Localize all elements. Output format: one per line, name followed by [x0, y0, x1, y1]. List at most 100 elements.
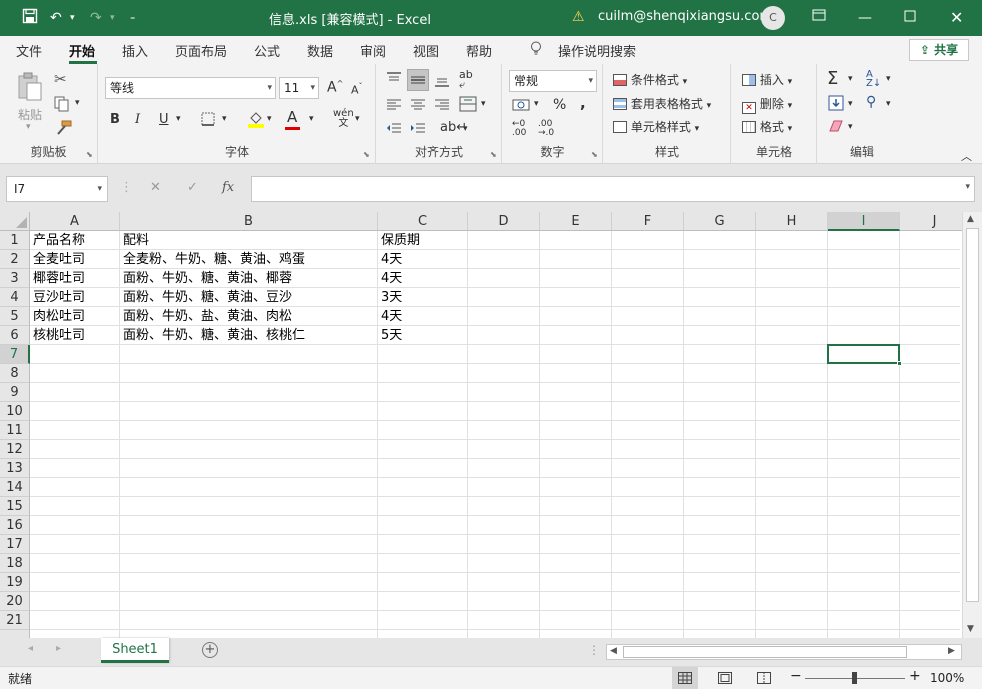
- ribbon-display-icon[interactable]: [812, 8, 826, 28]
- font-color-icon[interactable]: A: [285, 108, 300, 130]
- row-header[interactable]: 20: [0, 592, 30, 611]
- paste-button[interactable]: 粘贴: [18, 106, 42, 123]
- format-as-table-button[interactable]: 套用表格格式 ▾: [613, 95, 711, 112]
- increase-decimal-icon[interactable]: ←0.00: [512, 120, 526, 138]
- underline-button[interactable]: U: [159, 112, 169, 127]
- row-header[interactable]: 6: [0, 326, 30, 345]
- cell-styles-button[interactable]: 单元格样式 ▾: [613, 118, 699, 135]
- fill-color-dropdown-icon[interactable]: ▾: [267, 114, 272, 124]
- share-button[interactable]: ⇪ 共享: [909, 39, 969, 61]
- top-align-icon[interactable]: [386, 72, 402, 89]
- sheet-tab-sheet1[interactable]: Sheet1: [101, 638, 169, 663]
- percent-button[interactable]: %: [553, 97, 566, 113]
- fill-icon[interactable]: [828, 95, 844, 114]
- save-icon[interactable]: [22, 8, 38, 30]
- zoom-in-icon[interactable]: +: [909, 668, 921, 684]
- splitter-icon[interactable]: ⋮: [588, 643, 600, 657]
- orientation-icon[interactable]: ab ⤶: [459, 69, 473, 90]
- row-header[interactable]: [0, 630, 30, 638]
- customize-toolbar-icon[interactable]: ₌: [130, 8, 135, 28]
- cell-b6[interactable]: 面粉、牛奶、糖、黄油、核桃仁: [120, 326, 378, 345]
- cell-a1[interactable]: 产品名称: [30, 231, 120, 250]
- avatar[interactable]: C: [761, 6, 785, 30]
- alignment-launcher-icon[interactable]: ⬊: [490, 150, 497, 159]
- cell-b4[interactable]: 面粉、牛奶、糖、黄油、豆沙: [120, 288, 378, 307]
- column-header-i[interactable]: I: [828, 212, 900, 231]
- enter-icon[interactable]: ✓: [187, 180, 198, 195]
- row-header[interactable]: 5: [0, 307, 30, 326]
- scroll-down-icon[interactable]: ▼: [967, 624, 974, 634]
- tab-insert[interactable]: 插入: [122, 41, 148, 60]
- redo-icon[interactable]: ↷: [90, 8, 102, 28]
- tab-file[interactable]: 文件: [16, 41, 42, 60]
- tab-data[interactable]: 数据: [307, 41, 333, 60]
- row-header[interactable]: 16: [0, 516, 30, 535]
- conditional-format-button[interactable]: 条件格式 ▾: [613, 71, 687, 88]
- sort-filter-icon[interactable]: A Z↓: [866, 70, 881, 89]
- tab-formulas[interactable]: 公式: [254, 41, 280, 60]
- cell-b3[interactable]: 面粉、牛奶、糖、黄油、椰蓉: [120, 269, 378, 288]
- cell-a5[interactable]: 肉松吐司: [30, 307, 120, 326]
- comma-button[interactable]: ,: [580, 94, 586, 112]
- cell-b2[interactable]: 全麦粉、牛奶、糖、黄油、鸡蛋: [120, 250, 378, 269]
- decrease-decimal-icon[interactable]: .00 →.0: [538, 120, 554, 138]
- close-icon[interactable]: ✕: [950, 8, 963, 28]
- cell-c2[interactable]: 4天: [378, 250, 468, 269]
- increase-indent-icon[interactable]: [410, 122, 426, 139]
- autosum-dropdown-icon[interactable]: ▾: [848, 74, 853, 84]
- redo-dropdown-icon[interactable]: ▾: [110, 8, 115, 28]
- number-launcher-icon[interactable]: ⬊: [591, 150, 598, 159]
- column-header-a[interactable]: A: [30, 212, 120, 231]
- phonetic-guide-icon[interactable]: wén 文: [333, 109, 354, 129]
- worksheet-grid[interactable]: ABCDEFGHIJ 1 2 3 4 5 6 7 8 9 10 11 12 13 14 15 16 17 18 19…: [0, 212, 962, 638]
- clear-icon[interactable]: [828, 119, 844, 136]
- horizontal-scrollbar[interactable]: ◀ ▶: [606, 644, 962, 660]
- name-box[interactable]: I7 ▾: [6, 176, 108, 202]
- clipboard-launcher-icon[interactable]: ⬊: [86, 150, 93, 159]
- column-header-b[interactable]: B: [120, 212, 378, 231]
- tab-page-layout[interactable]: 页面布局: [175, 41, 227, 60]
- cell-a2[interactable]: 全麦吐司: [30, 250, 120, 269]
- cell-c5[interactable]: 4天: [378, 307, 468, 326]
- vertical-scroll-thumb[interactable]: [966, 228, 979, 602]
- fill-dropdown-icon[interactable]: ▾: [848, 99, 853, 109]
- find-select-icon[interactable]: ⚲: [866, 94, 876, 110]
- currency-dropdown-icon[interactable]: ▾: [534, 99, 539, 109]
- row-header[interactable]: 10: [0, 402, 30, 421]
- scroll-right-icon[interactable]: ▶: [948, 646, 955, 656]
- copy-dropdown-icon[interactable]: ▾: [75, 98, 80, 108]
- cell-c6[interactable]: 5天: [378, 326, 468, 345]
- row-header[interactable]: 15: [0, 497, 30, 516]
- tell-me-search[interactable]: 操作说明搜索: [558, 41, 636, 60]
- row-header[interactable]: 11: [0, 421, 30, 440]
- cell-b1[interactable]: 配料: [120, 231, 378, 250]
- formula-input[interactable]: ▾: [251, 176, 975, 202]
- tab-review[interactable]: 审阅: [360, 41, 386, 60]
- column-header-f[interactable]: F: [612, 212, 684, 231]
- paste-dropdown-icon[interactable]: ▾: [26, 122, 31, 132]
- column-header-c[interactable]: C: [378, 212, 468, 231]
- zoom-level[interactable]: 100%: [930, 671, 964, 685]
- middle-align-icon[interactable]: [407, 69, 429, 91]
- cell-a3[interactable]: 椰蓉吐司: [30, 269, 120, 288]
- phonetic-dropdown-icon[interactable]: ▾: [355, 114, 360, 124]
- select-all-corner[interactable]: [0, 212, 30, 231]
- cell-c3[interactable]: 4天: [378, 269, 468, 288]
- cell-b5[interactable]: 面粉、牛奶、盐、黄油、肉松: [120, 307, 378, 326]
- row-header[interactable]: 13: [0, 459, 30, 478]
- page-layout-view-icon[interactable]: [718, 672, 732, 687]
- column-header-g[interactable]: G: [684, 212, 756, 231]
- vertical-scrollbar[interactable]: ▲ ▼: [962, 212, 982, 638]
- normal-view-button[interactable]: [672, 667, 698, 689]
- row-header[interactable]: 3: [0, 269, 30, 288]
- add-sheet-icon[interactable]: +: [202, 642, 218, 658]
- format-painter-icon[interactable]: [54, 120, 72, 139]
- column-header-j[interactable]: J: [900, 212, 962, 231]
- italic-button[interactable]: I: [135, 112, 140, 127]
- row-header[interactable]: 12: [0, 440, 30, 459]
- tab-help[interactable]: 帮助: [466, 41, 492, 60]
- horizontal-scroll-thumb[interactable]: [623, 646, 907, 658]
- column-header-d[interactable]: D: [468, 212, 540, 231]
- row-header[interactable]: 8: [0, 364, 30, 383]
- maximize-icon[interactable]: [904, 8, 916, 28]
